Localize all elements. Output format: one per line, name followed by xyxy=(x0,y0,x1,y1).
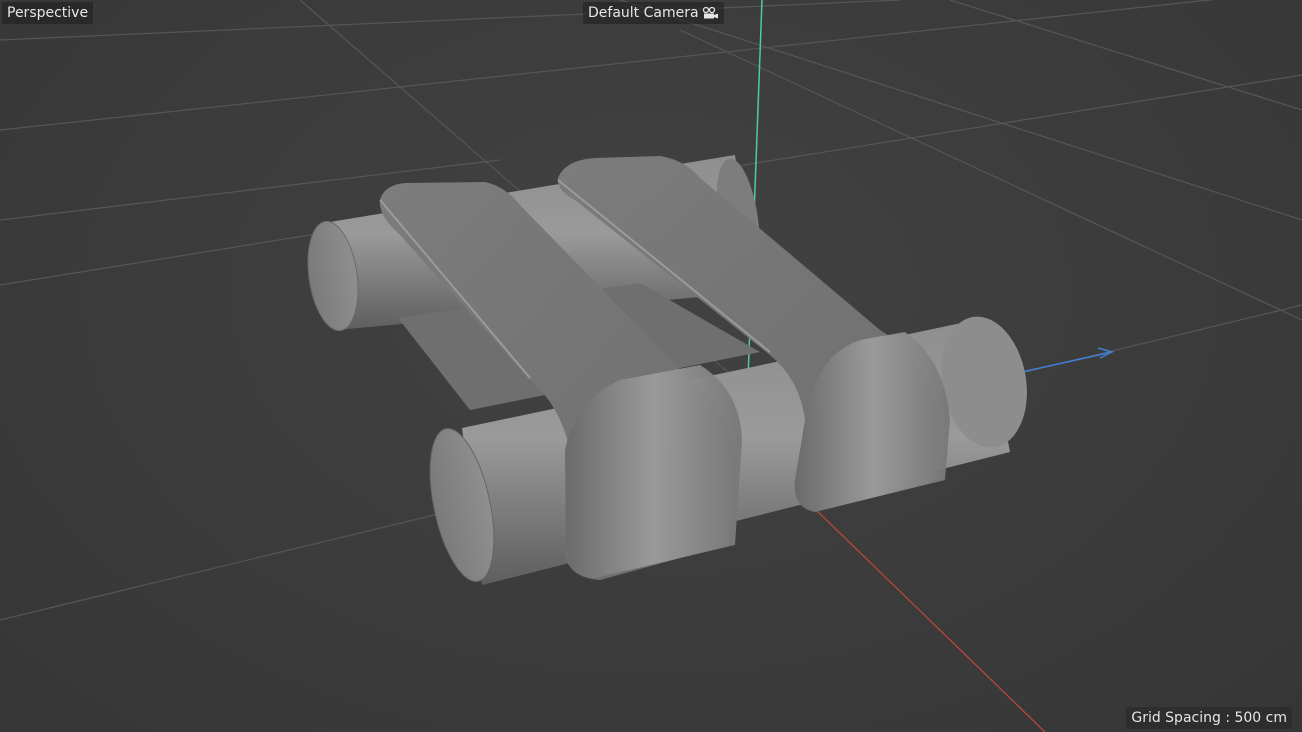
object-mesh[interactable] xyxy=(302,155,1037,587)
scene-canvas[interactable] xyxy=(0,0,1302,732)
view-mode-label[interactable]: Perspective xyxy=(2,2,94,24)
camera-name: Default Camera xyxy=(588,5,699,21)
axis-x-line xyxy=(779,474,1046,732)
viewport-3d[interactable]: Perspective Default Camera Grid Spacing … xyxy=(0,0,1302,732)
camera-icon[interactable] xyxy=(701,6,719,20)
grid-spacing-label: Grid Spacing : 500 cm xyxy=(1126,707,1292,729)
axis-z-line xyxy=(1021,347,1115,373)
camera-selector[interactable]: Default Camera xyxy=(583,2,724,24)
